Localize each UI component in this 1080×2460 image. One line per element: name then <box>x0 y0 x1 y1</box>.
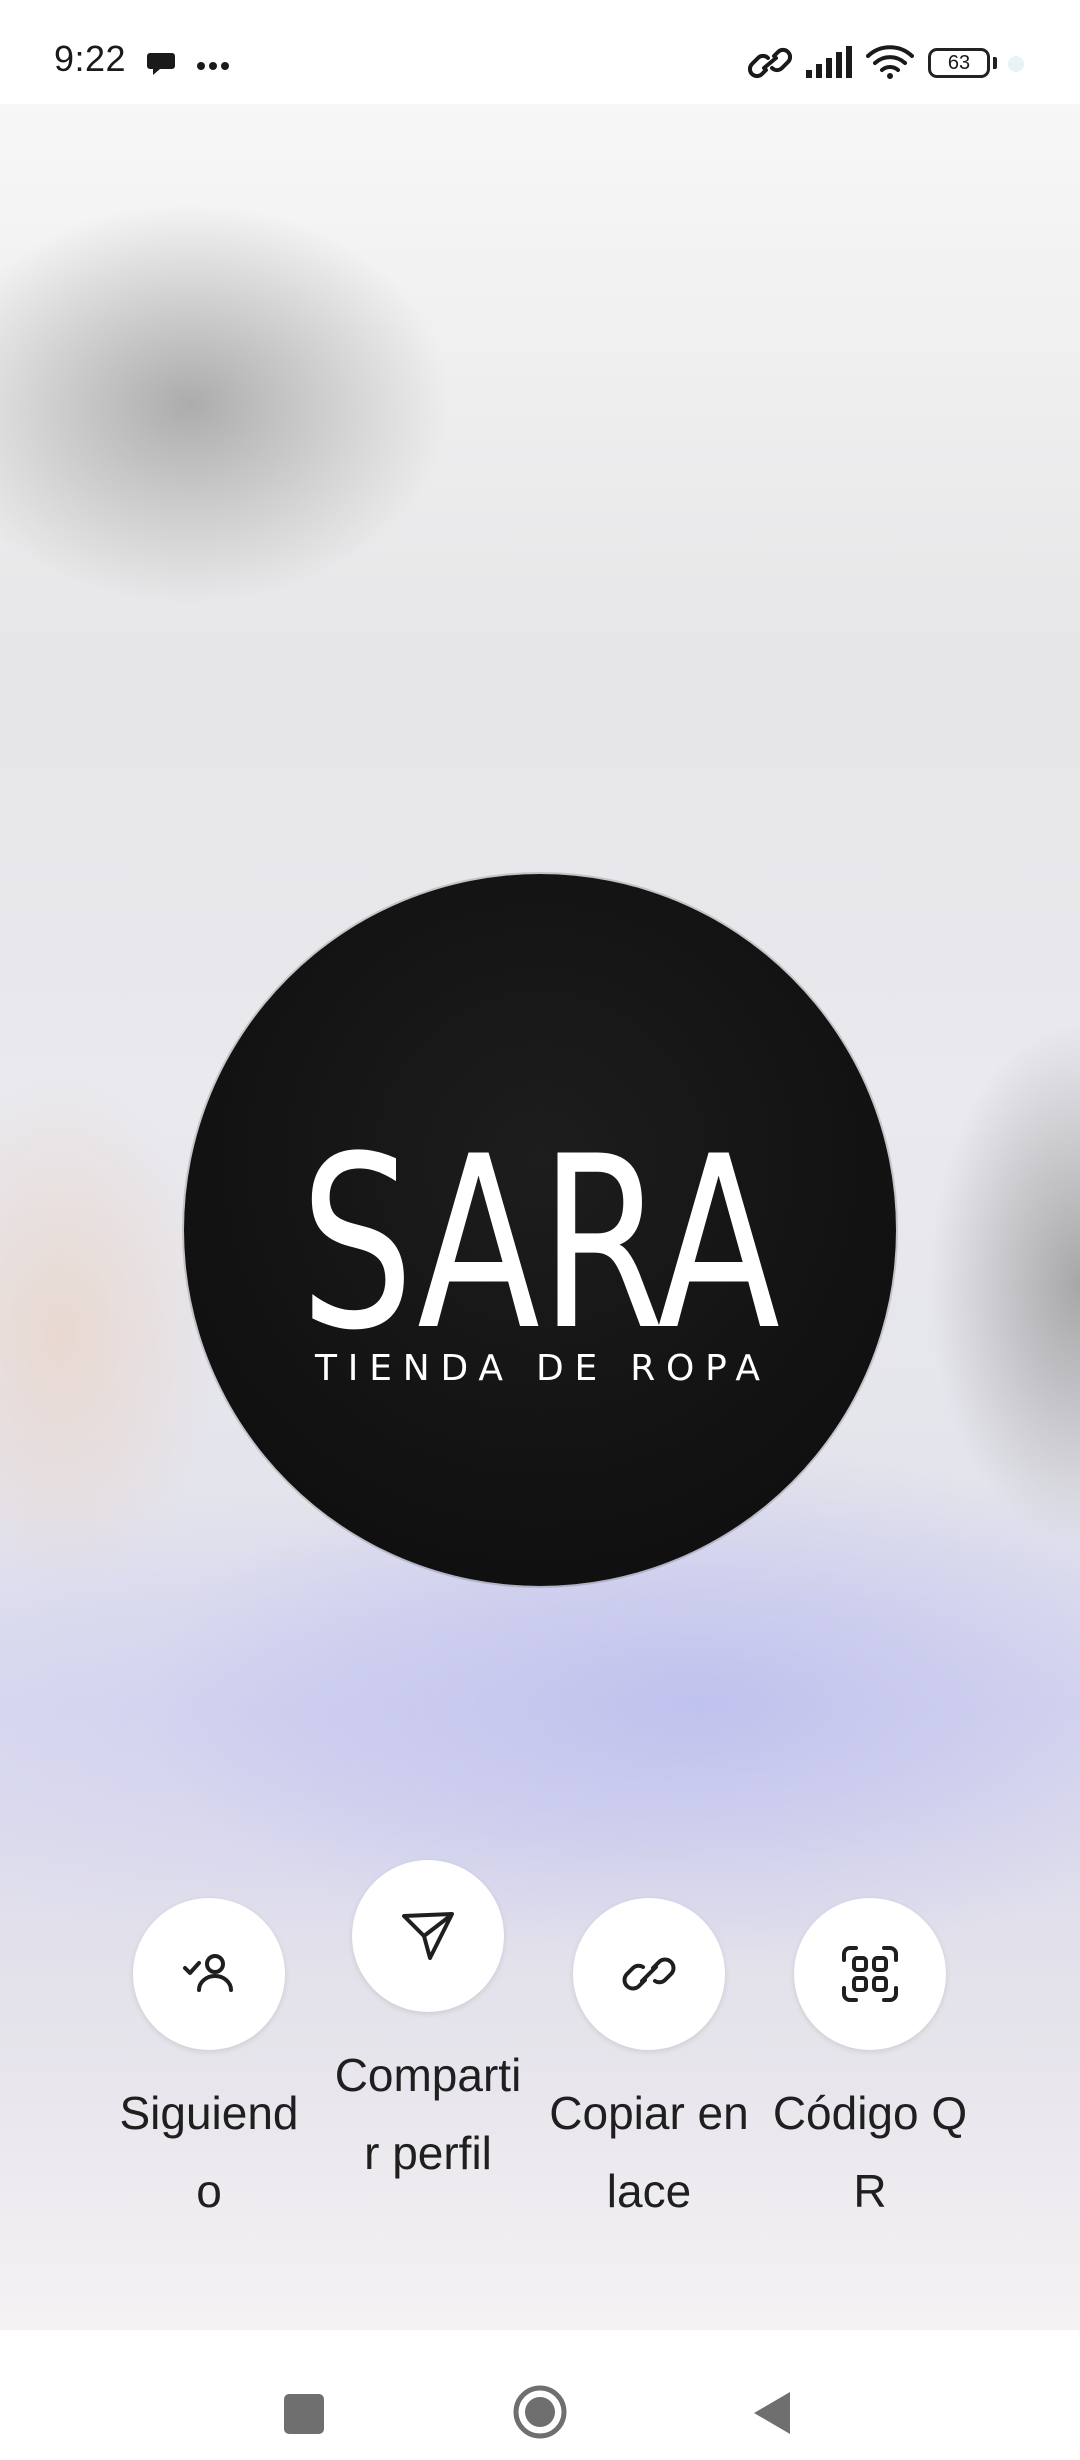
copy-link-label: Copiar enlace <box>549 2087 749 2217</box>
recents-square-icon[interactable] <box>284 2394 324 2434</box>
logo-tagline: TIENDA DE ROPA <box>314 1348 765 1389</box>
share-profile-button[interactable] <box>352 1860 504 2012</box>
action-qr-code: Código QR <box>760 1898 980 2230</box>
wifi-icon <box>866 44 914 85</box>
action-following: Siguiendo <box>99 1898 319 2230</box>
more-dots-icon <box>196 58 230 76</box>
profile-actions: Siguiendo Compartir perfil Copiar enlace <box>0 1850 1080 2270</box>
status-time: 9:22 <box>54 38 127 79</box>
link-icon <box>747 46 793 85</box>
qr-code-icon <box>842 1946 898 2002</box>
screen: 9:22 63 SARA TIENDA DE ROPA Siguiendo Co… <box>0 0 1080 2460</box>
qr-code-label: Código QR <box>772 2087 968 2217</box>
message-icon <box>146 48 176 83</box>
battery-tip <box>993 57 997 69</box>
following-label: Siguiendo <box>119 2087 299 2217</box>
signal-icon <box>806 44 854 83</box>
battery-level: 63 <box>947 52 971 74</box>
share-profile-label: Compartir perfil <box>334 2049 522 2179</box>
logo-artwork: SARA TIENDA DE ROPA <box>300 1106 780 1389</box>
back-triangle-icon[interactable] <box>752 2390 792 2436</box>
qr-code-button[interactable] <box>794 1898 946 2050</box>
action-copy-link: Copiar enlace <box>539 1898 759 2230</box>
battery-icon: 63 <box>928 48 990 78</box>
status-bar: 9:22 63 <box>0 0 1080 104</box>
copy-link-button[interactable] <box>573 1898 725 2050</box>
logo-brand: SARA <box>300 1106 780 1383</box>
status-dot <box>1008 56 1024 72</box>
following-button[interactable] <box>133 1898 285 2050</box>
link-icon <box>622 1957 676 1991</box>
navigation-bar <box>0 2330 1080 2460</box>
home-circle-icon[interactable] <box>512 2384 568 2440</box>
send-icon <box>402 1912 454 1960</box>
profile-logo: SARA TIENDA DE ROPA <box>184 874 896 1586</box>
action-share-profile: Compartir perfil <box>318 1860 538 2192</box>
person-check-icon <box>183 1954 233 1992</box>
